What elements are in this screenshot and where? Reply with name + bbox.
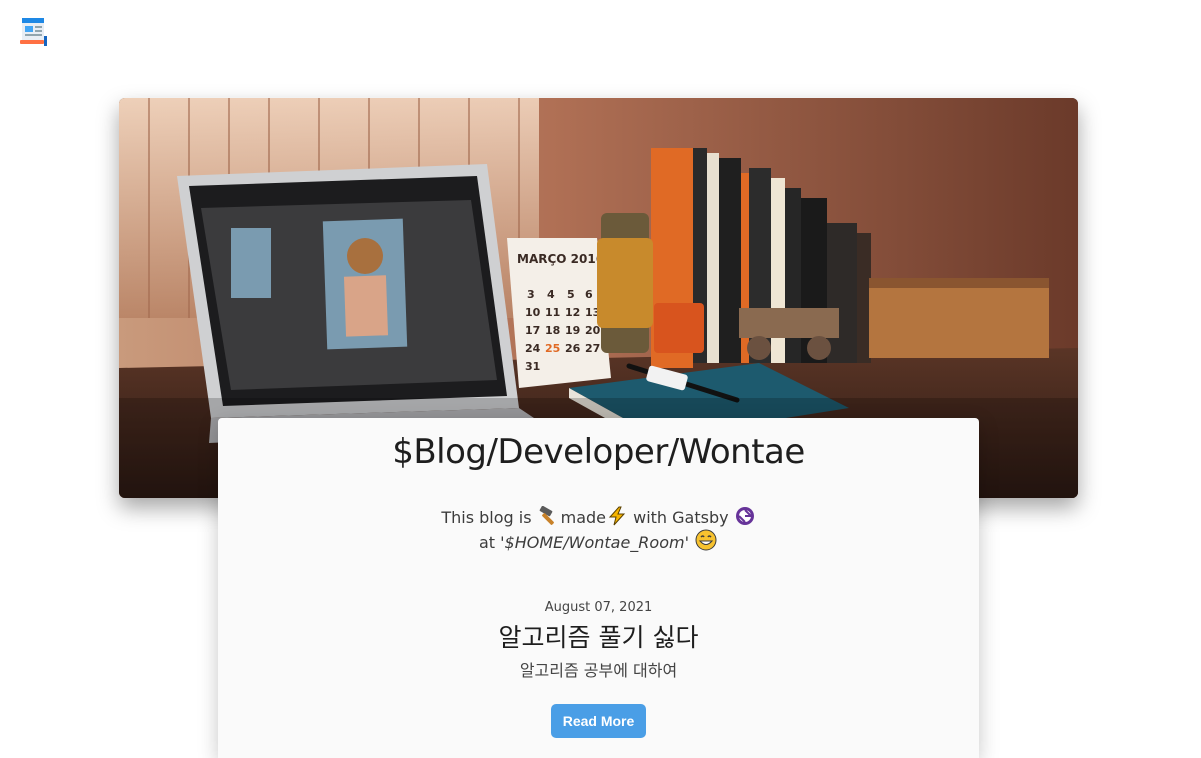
post-date: August 07, 2021 [544,600,653,615]
desc-text-made: made [560,508,607,527]
post-title[interactable]: 알고리즘 풀기 싫다 [218,622,979,654]
description-line-1: This blog is made with Gatsby [218,506,979,529]
desc-text-at: at [478,533,496,552]
calendar-day: 4 [547,288,555,301]
blog-page-icon[interactable] [18,16,50,48]
gatsby-logo-icon [735,507,754,525]
calendar-day: 17 [525,324,540,337]
calendar-day: 24 [525,342,541,355]
lightning-icon [608,506,626,526]
calendar-day: 20 [585,324,601,337]
calendar-day: 3 [527,288,535,301]
calendar-day: 5 [567,288,575,301]
top-bar [0,0,1201,60]
hammer-icon [539,506,554,525]
calendar-month: MARÇO 2016 [517,252,604,266]
calendar-day: 27 [585,342,600,355]
intro-card: $Blog/Developer/Wontae This blog is made… [218,418,979,758]
calendar-day: 31 [525,360,540,373]
description-line-2: at '$HOME/Wontae_Room' [218,529,979,554]
read-more-button[interactable]: Read More [550,704,647,738]
calendar-day: 10 [525,306,541,319]
desc-home-path: '$HOME/Wontae_Room' [500,533,689,552]
smile-icon [695,529,717,551]
calendar-day: 25 [545,342,560,355]
blog-title[interactable]: $Blog/Developer/Wontae [218,432,979,472]
post-preview: August 07, 2021 알고리즘 풀기 싫다 알고리즘 공부에 대하여 … [218,600,979,738]
calendar-day: 6 [585,288,593,301]
calendar-day: 11 [545,306,560,319]
desc-text-with-gatsby: with Gatsby [633,508,729,527]
calendar-day: 26 [565,342,581,355]
desc-text-this-blog-is: This blog is [441,508,532,527]
calendar-day: 12 [565,306,580,319]
post-summary: 알고리즘 공부에 대하여 [519,661,678,680]
calendar-day: 18 [545,324,560,337]
calendar-day: 19 [565,324,580,337]
blog-description: This blog is made with Gatsby at '$HOME/… [218,506,979,554]
